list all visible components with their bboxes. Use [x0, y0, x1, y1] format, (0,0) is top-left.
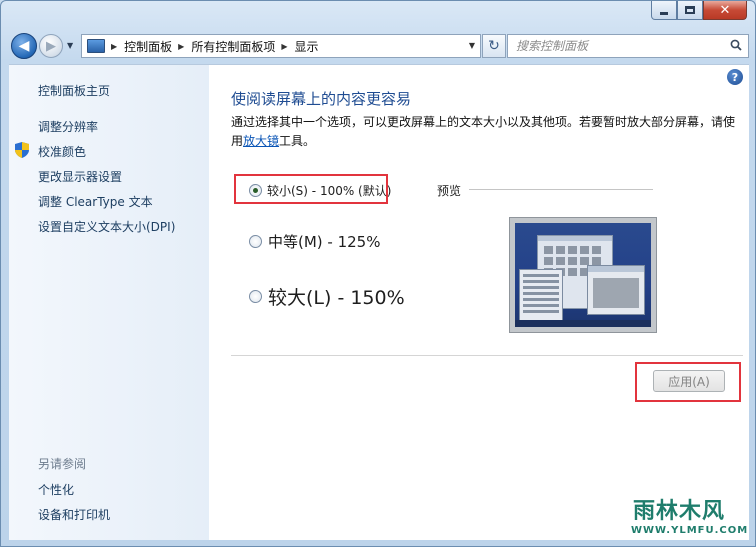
address-dropdown-icon[interactable]: ▼ — [469, 41, 475, 50]
breadcrumb-all-items[interactable]: 所有控制面板项 — [191, 38, 275, 55]
radio-smaller[interactable] — [249, 184, 262, 197]
main-content: ? 使阅读屏幕上的内容更容易 通过选择其中一个选项，可以更改屏幕上的文本大小以及… — [209, 64, 749, 540]
see-also-heading: 另请参阅 — [38, 457, 87, 471]
back-arrow-icon: ◀ — [18, 38, 30, 54]
control-panel-window: ✕ ◀ ▶ ▼ ▶ 控制面板 ▶ 所有控制面板项 ▶ 显示 ▼ ↻ 控制面板主页… — [0, 0, 756, 547]
preview-monitor-image — [509, 217, 657, 333]
preview-window — [519, 269, 563, 324]
maximize-button[interactable] — [677, 1, 703, 20]
watermark-logo: 雨林木风 WWW.YLMFU.COM — [621, 481, 756, 547]
navigation-bar: ◀ ▶ ▼ ▶ 控制面板 ▶ 所有控制面板项 ▶ 显示 ▼ ↻ — [9, 33, 749, 59]
breadcrumb-display[interactable]: 显示 — [295, 38, 319, 55]
preview-divider — [469, 189, 653, 190]
breadcrumb-separator-icon[interactable]: ▶ — [111, 42, 117, 51]
task-pane: 控制面板主页 调整分辨率 校准颜色 更改显示器设置 调整 ClearType 文… — [9, 64, 209, 540]
breadcrumb-separator-icon[interactable]: ▶ — [178, 42, 184, 51]
recent-pages-dropdown-icon[interactable]: ▼ — [67, 41, 73, 50]
magnifier-link[interactable]: 放大镜 — [243, 134, 279, 148]
forward-button[interactable]: ▶ — [39, 34, 63, 58]
minimize-button[interactable] — [651, 1, 677, 20]
preview-label: 预览 — [437, 184, 462, 198]
calibrate-color-link[interactable]: 校准颜色 — [38, 143, 86, 160]
change-display-settings-link[interactable]: 更改显示器设置 — [38, 168, 122, 185]
control-panel-icon — [87, 39, 105, 53]
forward-arrow-icon: ▶ — [46, 38, 56, 54]
set-custom-dpi-link[interactable]: 设置自定义文本大小(DPI) — [38, 218, 175, 235]
adjust-resolution-link[interactable]: 调整分辨率 — [38, 118, 98, 135]
uac-shield-icon — [15, 142, 29, 158]
option-medium-label[interactable]: 中等(M) - 125% — [268, 231, 380, 252]
search-icon[interactable] — [730, 39, 742, 51]
breadcrumb-control-panel[interactable]: 控制面板 — [124, 38, 172, 55]
maximize-icon — [685, 6, 695, 14]
refresh-button[interactable]: ↻ — [482, 34, 506, 58]
option-larger[interactable]: 较大(L) - 150% — [249, 283, 405, 310]
preview-screen — [515, 223, 651, 327]
option-medium[interactable]: 中等(M) - 125% — [249, 231, 380, 252]
watermark-text: 雨林木风 — [633, 499, 726, 524]
control-panel-home-link[interactable]: 控制面板主页 — [38, 82, 110, 99]
breadcrumb-separator-icon[interactable]: ▶ — [281, 42, 287, 51]
option-smaller-label[interactable]: 较小(S) - 100% (默认) — [267, 182, 391, 199]
close-button[interactable]: ✕ — [703, 1, 747, 20]
option-larger-label[interactable]: 较大(L) - 150% — [268, 283, 405, 310]
preview-window — [587, 265, 645, 315]
radio-medium[interactable] — [249, 235, 262, 248]
minimize-icon — [660, 11, 668, 15]
watermark-url: WWW.YLMFU.COM — [631, 525, 749, 536]
devices-printers-link[interactable]: 设备和打印机 — [38, 506, 110, 523]
help-icon[interactable]: ? — [727, 69, 743, 85]
preview-taskbar — [515, 320, 651, 327]
adjust-cleartype-link[interactable]: 调整 ClearType 文本 — [38, 193, 153, 210]
refresh-icon: ↻ — [488, 38, 500, 54]
address-bar[interactable]: ▶ 控制面板 ▶ 所有控制面板项 ▶ 显示 ▼ — [81, 34, 481, 58]
search-input[interactable] — [516, 39, 726, 53]
section-divider — [231, 355, 743, 356]
caption-buttons: ✕ — [651, 1, 747, 20]
back-button[interactable]: ◀ — [11, 33, 37, 59]
close-icon: ✕ — [719, 2, 731, 18]
option-smaller[interactable]: 较小(S) - 100% (默认) — [249, 182, 391, 199]
page-title: 使阅读屏幕上的内容更容易 — [231, 90, 412, 108]
apply-button[interactable]: 应用(A) — [653, 370, 725, 392]
radio-larger[interactable] — [249, 290, 262, 303]
personalization-link[interactable]: 个性化 — [38, 481, 74, 498]
search-box[interactable] — [507, 34, 749, 58]
description-text: 通过选择其中一个选项，可以更改屏幕上的文本大小以及其他项。若要暂时放大部分屏幕，… — [231, 115, 736, 148]
